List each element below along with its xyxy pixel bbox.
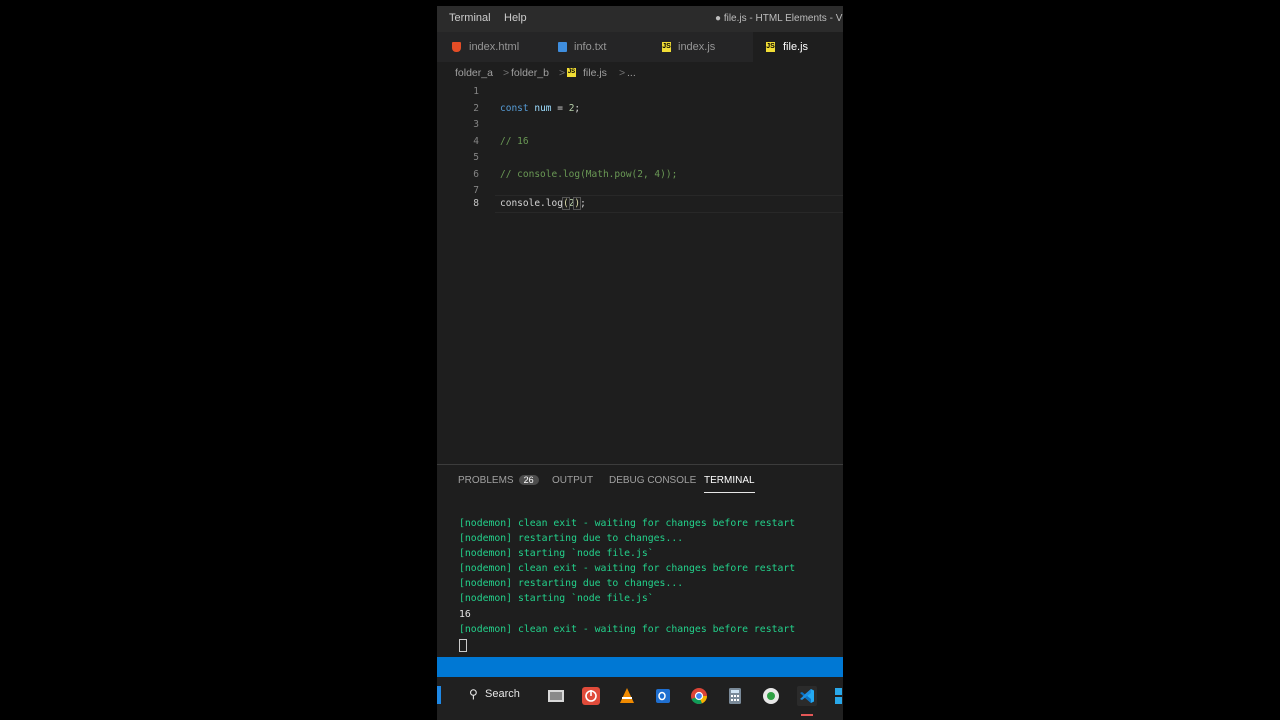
- breadcrumb-folder-a[interactable]: folder_a: [455, 67, 493, 79]
- chevron-right-icon: >: [503, 67, 510, 79]
- problems-label: PROBLEMS: [458, 475, 514, 486]
- tab-index-js[interactable]: JS index.js: [647, 32, 753, 62]
- code-line: 5: [437, 150, 843, 166]
- line-number: 1: [473, 86, 479, 97]
- keyword-token: const: [500, 102, 529, 114]
- object-token: console: [500, 198, 541, 209]
- breadcrumb-more[interactable]: ...: [627, 67, 636, 79]
- chevron-right-icon: >: [619, 67, 626, 79]
- taskbar: ⚲ Search: [437, 677, 843, 720]
- chrome-icon[interactable]: [689, 686, 709, 706]
- menu-terminal[interactable]: Terminal: [449, 12, 491, 24]
- terminal-line: [nodemon] starting `node file.js`: [459, 593, 654, 605]
- title-bar: Terminal Help ● file.js - HTML Elements …: [437, 6, 843, 32]
- function-token: log: [545, 198, 563, 209]
- line-number: 5: [473, 152, 479, 163]
- tab-label: file.js: [783, 41, 809, 53]
- panel-tab-problems[interactable]: PROBLEMS 26: [458, 475, 539, 486]
- line-number: 2: [473, 102, 479, 114]
- terminal-line: [nodemon] restarting due to changes...: [459, 533, 684, 545]
- line-number: 3: [473, 119, 479, 130]
- code-line: 2 const num = 2;: [437, 101, 843, 117]
- panel-tab-terminal[interactable]: TERMINAL: [704, 475, 755, 493]
- semicolon-token: ;: [574, 102, 581, 114]
- chevron-right-icon: >: [559, 67, 566, 79]
- search-icon: ⚲: [469, 687, 478, 701]
- variable-token: num: [534, 102, 552, 114]
- code-line: 6 // console.log(Math.pow(2, 4));: [437, 167, 843, 183]
- tab-label: info.txt: [574, 41, 607, 53]
- terminal-line: [nodemon] clean exit - waiting for chang…: [459, 623, 796, 635]
- tab-label: index.js: [678, 41, 716, 53]
- vscode-icon[interactable]: [797, 686, 817, 706]
- line-number: 6: [473, 168, 479, 180]
- tab-file-js[interactable]: JS file.js: [753, 32, 843, 62]
- comment-token: // console.log(Math.pow(2, 4));: [500, 168, 678, 180]
- editor-tabs: index.html info.txt JS index.js JS file.…: [437, 32, 843, 62]
- code-line: 4 // 16: [437, 134, 843, 150]
- power-app-icon[interactable]: [581, 686, 601, 706]
- terminal-output[interactable]: [nodemon] clean exit - waiting for chang…: [459, 518, 795, 654]
- tab-label: index.html: [469, 41, 520, 53]
- code-editor[interactable]: 1 2 const num = 2; 3 4 // 16 5 6 // cons…: [437, 84, 843, 464]
- code-line: 3: [437, 117, 843, 133]
- terminal-line: [nodemon] starting `node file.js`: [459, 548, 654, 560]
- code-line: 1: [437, 84, 843, 100]
- vscode-window: Terminal Help ● file.js - HTML Elements …: [437, 6, 843, 720]
- taskbar-start-edge: [437, 686, 441, 704]
- terminal-line: 16: [459, 608, 471, 620]
- file-explorer-icon[interactable]: [546, 686, 566, 706]
- terminal-cursor: [459, 638, 467, 652]
- search-label: Search: [485, 688, 520, 700]
- terminal-line: [nodemon] clean exit - waiting for chang…: [459, 518, 796, 529]
- comment-token: // 16: [500, 135, 529, 147]
- panel-tab-debug-console[interactable]: DEBUG CONSOLE: [609, 475, 696, 486]
- outlook-icon[interactable]: [653, 686, 673, 706]
- chat-app-icon[interactable]: [761, 686, 781, 706]
- menu-help[interactable]: Help: [504, 12, 527, 24]
- calculator-icon[interactable]: [725, 686, 745, 706]
- js-file-icon: JS: [567, 68, 576, 77]
- bottom-panel: PROBLEMS 26 OUTPUT DEBUG CONSOLE TERMINAL…: [437, 464, 843, 658]
- breadcrumb-folder-b[interactable]: folder_b: [511, 67, 549, 79]
- vlc-icon[interactable]: [617, 686, 637, 706]
- js-file-icon: JS: [662, 42, 671, 52]
- tab-index-html[interactable]: index.html: [437, 32, 541, 62]
- js-file-icon: JS: [766, 42, 775, 52]
- line-number: 8: [473, 198, 479, 209]
- terminal-line: [nodemon] clean exit - waiting for chang…: [459, 563, 796, 575]
- text-file-icon: [558, 42, 567, 52]
- active-app-indicator: [801, 714, 813, 716]
- panel-tab-output[interactable]: OUTPUT: [552, 475, 593, 486]
- operator-token: =: [551, 102, 569, 114]
- terminal-cursor-line: [459, 638, 795, 654]
- html-file-icon: [452, 42, 461, 52]
- tab-info-txt[interactable]: info.txt: [541, 32, 647, 62]
- breadcrumb-file[interactable]: file.js: [583, 67, 607, 79]
- terminal-line: [nodemon] restarting due to changes...: [459, 578, 684, 590]
- problems-count-badge: 26: [518, 475, 539, 485]
- windows-icon[interactable]: [833, 686, 843, 706]
- status-bar: [437, 657, 843, 677]
- window-title: ● file.js - HTML Elements - V: [715, 13, 843, 24]
- semicolon-token: ;: [580, 198, 586, 209]
- line-number: 4: [473, 135, 479, 147]
- code-line-current: 8 console.log(2);: [437, 195, 843, 211]
